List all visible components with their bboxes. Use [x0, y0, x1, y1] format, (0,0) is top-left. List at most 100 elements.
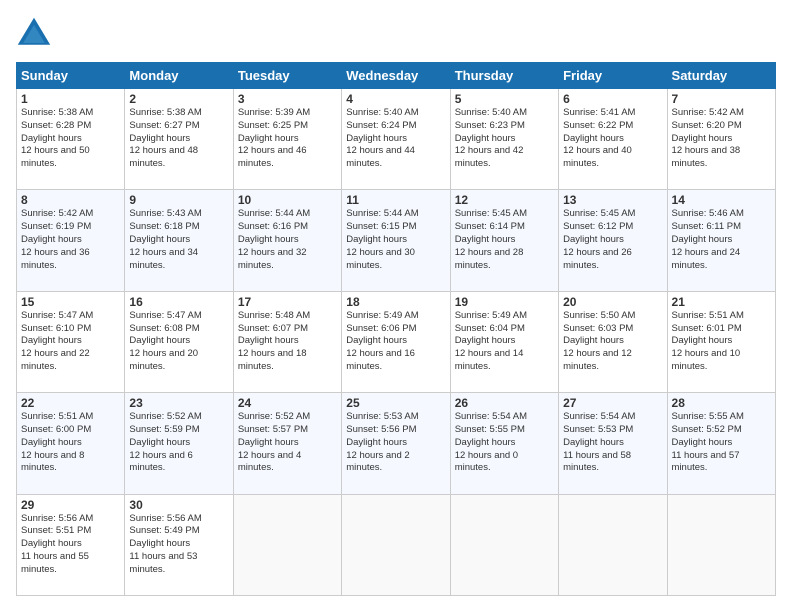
day-number: 3 [238, 92, 337, 106]
calendar-cell [559, 494, 667, 595]
calendar-cell [450, 494, 558, 595]
cell-info: Sunrise: 5:54 AMSunset: 5:53 PMDaylight … [563, 411, 635, 473]
col-header-friday: Friday [559, 63, 667, 89]
cell-info: Sunrise: 5:53 AMSunset: 5:56 PMDaylight … [346, 411, 418, 473]
calendar-cell: 15 Sunrise: 5:47 AMSunset: 6:10 PMDaylig… [17, 291, 125, 392]
cell-info: Sunrise: 5:42 AMSunset: 6:19 PMDaylight … [21, 208, 93, 270]
calendar-cell: 17 Sunrise: 5:48 AMSunset: 6:07 PMDaylig… [233, 291, 341, 392]
day-number: 17 [238, 295, 337, 309]
calendar-week-1: 1 Sunrise: 5:38 AMSunset: 6:28 PMDayligh… [17, 89, 776, 190]
calendar-cell: 11 Sunrise: 5:44 AMSunset: 6:15 PMDaylig… [342, 190, 450, 291]
calendar-cell [667, 494, 775, 595]
cell-info: Sunrise: 5:44 AMSunset: 6:16 PMDaylight … [238, 208, 310, 270]
col-header-thursday: Thursday [450, 63, 558, 89]
cell-info: Sunrise: 5:45 AMSunset: 6:12 PMDaylight … [563, 208, 635, 270]
day-number: 2 [129, 92, 228, 106]
calendar-week-2: 8 Sunrise: 5:42 AMSunset: 6:19 PMDayligh… [17, 190, 776, 291]
cell-info: Sunrise: 5:56 AMSunset: 5:49 PMDaylight … [129, 513, 201, 575]
day-number: 28 [672, 396, 771, 410]
calendar-cell: 26 Sunrise: 5:54 AMSunset: 5:55 PMDaylig… [450, 393, 558, 494]
day-number: 9 [129, 193, 228, 207]
day-number: 19 [455, 295, 554, 309]
day-number: 15 [21, 295, 120, 309]
cell-info: Sunrise: 5:54 AMSunset: 5:55 PMDaylight … [455, 411, 527, 473]
calendar-cell: 19 Sunrise: 5:49 AMSunset: 6:04 PMDaylig… [450, 291, 558, 392]
cell-info: Sunrise: 5:47 AMSunset: 6:10 PMDaylight … [21, 310, 93, 372]
day-number: 25 [346, 396, 445, 410]
calendar-cell: 24 Sunrise: 5:52 AMSunset: 5:57 PMDaylig… [233, 393, 341, 494]
calendar-cell: 12 Sunrise: 5:45 AMSunset: 6:14 PMDaylig… [450, 190, 558, 291]
cell-info: Sunrise: 5:52 AMSunset: 5:57 PMDaylight … [238, 411, 310, 473]
calendar-cell: 9 Sunrise: 5:43 AMSunset: 6:18 PMDayligh… [125, 190, 233, 291]
col-header-tuesday: Tuesday [233, 63, 341, 89]
cell-info: Sunrise: 5:48 AMSunset: 6:07 PMDaylight … [238, 310, 310, 372]
calendar-cell: 1 Sunrise: 5:38 AMSunset: 6:28 PMDayligh… [17, 89, 125, 190]
col-header-sunday: Sunday [17, 63, 125, 89]
calendar-week-5: 29 Sunrise: 5:56 AMSunset: 5:51 PMDaylig… [17, 494, 776, 595]
cell-info: Sunrise: 5:38 AMSunset: 6:27 PMDaylight … [129, 107, 201, 169]
cell-info: Sunrise: 5:55 AMSunset: 5:52 PMDaylight … [672, 411, 744, 473]
calendar-cell: 18 Sunrise: 5:49 AMSunset: 6:06 PMDaylig… [342, 291, 450, 392]
calendar-cell: 5 Sunrise: 5:40 AMSunset: 6:23 PMDayligh… [450, 89, 558, 190]
day-number: 6 [563, 92, 662, 106]
day-number: 21 [672, 295, 771, 309]
calendar-cell: 4 Sunrise: 5:40 AMSunset: 6:24 PMDayligh… [342, 89, 450, 190]
cell-info: Sunrise: 5:40 AMSunset: 6:24 PMDaylight … [346, 107, 418, 169]
calendar-table: SundayMondayTuesdayWednesdayThursdayFrid… [16, 62, 776, 596]
calendar-cell: 27 Sunrise: 5:54 AMSunset: 5:53 PMDaylig… [559, 393, 667, 494]
cell-info: Sunrise: 5:44 AMSunset: 6:15 PMDaylight … [346, 208, 418, 270]
cell-info: Sunrise: 5:43 AMSunset: 6:18 PMDaylight … [129, 208, 201, 270]
calendar-cell: 16 Sunrise: 5:47 AMSunset: 6:08 PMDaylig… [125, 291, 233, 392]
calendar-cell: 13 Sunrise: 5:45 AMSunset: 6:12 PMDaylig… [559, 190, 667, 291]
logo [16, 16, 56, 52]
cell-info: Sunrise: 5:46 AMSunset: 6:11 PMDaylight … [672, 208, 744, 270]
day-number: 4 [346, 92, 445, 106]
day-number: 29 [21, 498, 120, 512]
day-number: 27 [563, 396, 662, 410]
calendar-cell [342, 494, 450, 595]
day-number: 13 [563, 193, 662, 207]
col-header-monday: Monday [125, 63, 233, 89]
day-number: 30 [129, 498, 228, 512]
cell-info: Sunrise: 5:42 AMSunset: 6:20 PMDaylight … [672, 107, 744, 169]
day-number: 12 [455, 193, 554, 207]
day-number: 20 [563, 295, 662, 309]
day-number: 14 [672, 193, 771, 207]
day-number: 26 [455, 396, 554, 410]
day-number: 10 [238, 193, 337, 207]
cell-info: Sunrise: 5:56 AMSunset: 5:51 PMDaylight … [21, 513, 93, 575]
calendar-cell: 25 Sunrise: 5:53 AMSunset: 5:56 PMDaylig… [342, 393, 450, 494]
day-number: 22 [21, 396, 120, 410]
page: SundayMondayTuesdayWednesdayThursdayFrid… [0, 0, 792, 612]
calendar-cell: 6 Sunrise: 5:41 AMSunset: 6:22 PMDayligh… [559, 89, 667, 190]
cell-info: Sunrise: 5:49 AMSunset: 6:04 PMDaylight … [455, 310, 527, 372]
calendar-cell: 20 Sunrise: 5:50 AMSunset: 6:03 PMDaylig… [559, 291, 667, 392]
calendar-week-3: 15 Sunrise: 5:47 AMSunset: 6:10 PMDaylig… [17, 291, 776, 392]
logo-icon [16, 16, 52, 52]
cell-info: Sunrise: 5:39 AMSunset: 6:25 PMDaylight … [238, 107, 310, 169]
calendar-cell: 30 Sunrise: 5:56 AMSunset: 5:49 PMDaylig… [125, 494, 233, 595]
calendar-week-4: 22 Sunrise: 5:51 AMSunset: 6:00 PMDaylig… [17, 393, 776, 494]
day-number: 24 [238, 396, 337, 410]
cell-info: Sunrise: 5:41 AMSunset: 6:22 PMDaylight … [563, 107, 635, 169]
header [16, 16, 776, 52]
calendar-cell: 10 Sunrise: 5:44 AMSunset: 6:16 PMDaylig… [233, 190, 341, 291]
cell-info: Sunrise: 5:51 AMSunset: 6:00 PMDaylight … [21, 411, 93, 473]
cell-info: Sunrise: 5:49 AMSunset: 6:06 PMDaylight … [346, 310, 418, 372]
calendar-cell: 14 Sunrise: 5:46 AMSunset: 6:11 PMDaylig… [667, 190, 775, 291]
cell-info: Sunrise: 5:40 AMSunset: 6:23 PMDaylight … [455, 107, 527, 169]
day-number: 16 [129, 295, 228, 309]
day-number: 23 [129, 396, 228, 410]
cell-info: Sunrise: 5:45 AMSunset: 6:14 PMDaylight … [455, 208, 527, 270]
day-number: 8 [21, 193, 120, 207]
calendar-cell: 2 Sunrise: 5:38 AMSunset: 6:27 PMDayligh… [125, 89, 233, 190]
cell-info: Sunrise: 5:47 AMSunset: 6:08 PMDaylight … [129, 310, 201, 372]
day-number: 1 [21, 92, 120, 106]
day-number: 5 [455, 92, 554, 106]
calendar-cell: 23 Sunrise: 5:52 AMSunset: 5:59 PMDaylig… [125, 393, 233, 494]
col-header-saturday: Saturday [667, 63, 775, 89]
calendar-cell: 22 Sunrise: 5:51 AMSunset: 6:00 PMDaylig… [17, 393, 125, 494]
day-number: 11 [346, 193, 445, 207]
calendar-cell: 7 Sunrise: 5:42 AMSunset: 6:20 PMDayligh… [667, 89, 775, 190]
calendar-cell: 29 Sunrise: 5:56 AMSunset: 5:51 PMDaylig… [17, 494, 125, 595]
